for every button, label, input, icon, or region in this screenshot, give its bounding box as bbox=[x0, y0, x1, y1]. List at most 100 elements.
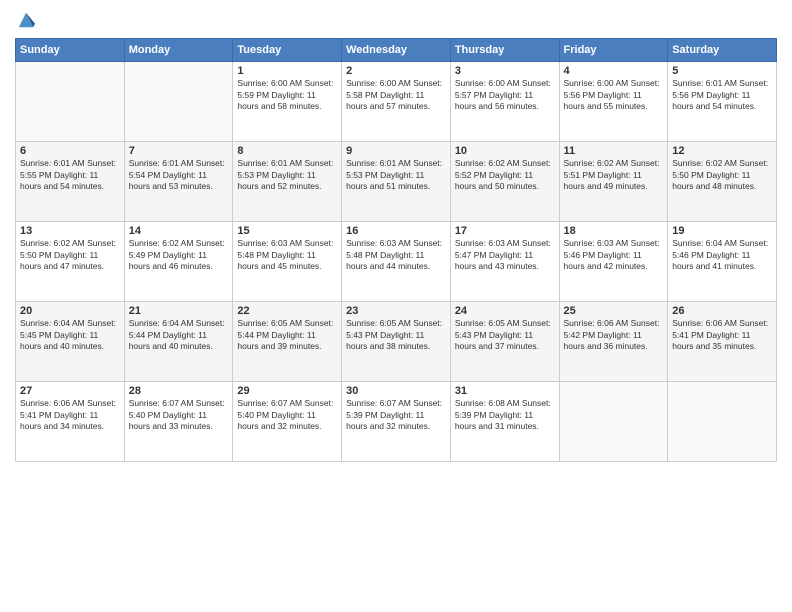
header-cell-wednesday: Wednesday bbox=[342, 39, 451, 62]
day-info: Sunrise: 6:02 AM Sunset: 5:50 PM Dayligh… bbox=[20, 238, 120, 272]
day-number: 6 bbox=[20, 145, 120, 157]
day-number: 17 bbox=[455, 225, 555, 237]
day-cell: 5Sunrise: 6:01 AM Sunset: 5:56 PM Daylig… bbox=[668, 62, 777, 142]
day-cell: 21Sunrise: 6:04 AM Sunset: 5:44 PM Dayli… bbox=[124, 302, 233, 382]
day-number: 16 bbox=[346, 225, 446, 237]
header-cell-thursday: Thursday bbox=[450, 39, 559, 62]
day-cell: 6Sunrise: 6:01 AM Sunset: 5:55 PM Daylig… bbox=[16, 142, 125, 222]
week-row-1: 1Sunrise: 6:00 AM Sunset: 5:59 PM Daylig… bbox=[16, 62, 777, 142]
day-info: Sunrise: 6:00 AM Sunset: 5:57 PM Dayligh… bbox=[455, 78, 555, 112]
day-cell: 22Sunrise: 6:05 AM Sunset: 5:44 PM Dayli… bbox=[233, 302, 342, 382]
day-info: Sunrise: 6:00 AM Sunset: 5:59 PM Dayligh… bbox=[237, 78, 337, 112]
day-cell: 11Sunrise: 6:02 AM Sunset: 5:51 PM Dayli… bbox=[559, 142, 668, 222]
header-cell-sunday: Sunday bbox=[16, 39, 125, 62]
day-info: Sunrise: 6:08 AM Sunset: 5:39 PM Dayligh… bbox=[455, 398, 555, 432]
day-number: 9 bbox=[346, 145, 446, 157]
day-cell: 15Sunrise: 6:03 AM Sunset: 5:48 PM Dayli… bbox=[233, 222, 342, 302]
day-number: 24 bbox=[455, 305, 555, 317]
day-info: Sunrise: 6:04 AM Sunset: 5:46 PM Dayligh… bbox=[672, 238, 772, 272]
day-info: Sunrise: 6:07 AM Sunset: 5:40 PM Dayligh… bbox=[237, 398, 337, 432]
day-cell: 26Sunrise: 6:06 AM Sunset: 5:41 PM Dayli… bbox=[668, 302, 777, 382]
day-info: Sunrise: 6:03 AM Sunset: 5:48 PM Dayligh… bbox=[346, 238, 446, 272]
day-number: 13 bbox=[20, 225, 120, 237]
day-cell: 10Sunrise: 6:02 AM Sunset: 5:52 PM Dayli… bbox=[450, 142, 559, 222]
header-cell-friday: Friday bbox=[559, 39, 668, 62]
day-number: 10 bbox=[455, 145, 555, 157]
day-info: Sunrise: 6:06 AM Sunset: 5:42 PM Dayligh… bbox=[564, 318, 664, 352]
day-cell: 8Sunrise: 6:01 AM Sunset: 5:53 PM Daylig… bbox=[233, 142, 342, 222]
day-number: 31 bbox=[455, 385, 555, 397]
week-row-3: 13Sunrise: 6:02 AM Sunset: 5:50 PM Dayli… bbox=[16, 222, 777, 302]
day-info: Sunrise: 6:03 AM Sunset: 5:48 PM Dayligh… bbox=[237, 238, 337, 272]
day-info: Sunrise: 6:01 AM Sunset: 5:55 PM Dayligh… bbox=[20, 158, 120, 192]
day-cell: 4Sunrise: 6:00 AM Sunset: 5:56 PM Daylig… bbox=[559, 62, 668, 142]
header-cell-tuesday: Tuesday bbox=[233, 39, 342, 62]
day-cell: 9Sunrise: 6:01 AM Sunset: 5:53 PM Daylig… bbox=[342, 142, 451, 222]
day-number: 30 bbox=[346, 385, 446, 397]
day-info: Sunrise: 6:01 AM Sunset: 5:53 PM Dayligh… bbox=[346, 158, 446, 192]
day-info: Sunrise: 6:05 AM Sunset: 5:43 PM Dayligh… bbox=[455, 318, 555, 352]
header-cell-saturday: Saturday bbox=[668, 39, 777, 62]
day-cell: 27Sunrise: 6:06 AM Sunset: 5:41 PM Dayli… bbox=[16, 382, 125, 462]
day-number: 15 bbox=[237, 225, 337, 237]
day-info: Sunrise: 6:04 AM Sunset: 5:44 PM Dayligh… bbox=[129, 318, 229, 352]
day-cell: 12Sunrise: 6:02 AM Sunset: 5:50 PM Dayli… bbox=[668, 142, 777, 222]
day-cell: 16Sunrise: 6:03 AM Sunset: 5:48 PM Dayli… bbox=[342, 222, 451, 302]
day-number: 22 bbox=[237, 305, 337, 317]
day-info: Sunrise: 6:00 AM Sunset: 5:56 PM Dayligh… bbox=[564, 78, 664, 112]
day-info: Sunrise: 6:02 AM Sunset: 5:50 PM Dayligh… bbox=[672, 158, 772, 192]
logo-icon bbox=[17, 11, 35, 29]
day-cell: 20Sunrise: 6:04 AM Sunset: 5:45 PM Dayli… bbox=[16, 302, 125, 382]
header-cell-monday: Monday bbox=[124, 39, 233, 62]
day-cell bbox=[16, 62, 125, 142]
day-number: 7 bbox=[129, 145, 229, 157]
day-info: Sunrise: 6:02 AM Sunset: 5:49 PM Dayligh… bbox=[129, 238, 229, 272]
day-cell: 14Sunrise: 6:02 AM Sunset: 5:49 PM Dayli… bbox=[124, 222, 233, 302]
day-cell: 3Sunrise: 6:00 AM Sunset: 5:57 PM Daylig… bbox=[450, 62, 559, 142]
day-info: Sunrise: 6:01 AM Sunset: 5:53 PM Dayligh… bbox=[237, 158, 337, 192]
day-info: Sunrise: 6:02 AM Sunset: 5:52 PM Dayligh… bbox=[455, 158, 555, 192]
day-cell: 13Sunrise: 6:02 AM Sunset: 5:50 PM Dayli… bbox=[16, 222, 125, 302]
day-info: Sunrise: 6:05 AM Sunset: 5:44 PM Dayligh… bbox=[237, 318, 337, 352]
day-info: Sunrise: 6:03 AM Sunset: 5:47 PM Dayligh… bbox=[455, 238, 555, 272]
header bbox=[15, 10, 777, 30]
day-number: 26 bbox=[672, 305, 772, 317]
week-row-2: 6Sunrise: 6:01 AM Sunset: 5:55 PM Daylig… bbox=[16, 142, 777, 222]
day-number: 29 bbox=[237, 385, 337, 397]
day-info: Sunrise: 6:03 AM Sunset: 5:46 PM Dayligh… bbox=[564, 238, 664, 272]
week-row-5: 27Sunrise: 6:06 AM Sunset: 5:41 PM Dayli… bbox=[16, 382, 777, 462]
day-number: 23 bbox=[346, 305, 446, 317]
day-number: 21 bbox=[129, 305, 229, 317]
day-info: Sunrise: 6:02 AM Sunset: 5:51 PM Dayligh… bbox=[564, 158, 664, 192]
day-number: 5 bbox=[672, 65, 772, 77]
day-cell: 2Sunrise: 6:00 AM Sunset: 5:58 PM Daylig… bbox=[342, 62, 451, 142]
calendar-table: SundayMondayTuesdayWednesdayThursdayFrid… bbox=[15, 38, 777, 462]
day-cell: 29Sunrise: 6:07 AM Sunset: 5:40 PM Dayli… bbox=[233, 382, 342, 462]
day-info: Sunrise: 6:07 AM Sunset: 5:39 PM Dayligh… bbox=[346, 398, 446, 432]
day-number: 27 bbox=[20, 385, 120, 397]
day-number: 3 bbox=[455, 65, 555, 77]
day-info: Sunrise: 6:01 AM Sunset: 5:56 PM Dayligh… bbox=[672, 78, 772, 112]
day-cell: 28Sunrise: 6:07 AM Sunset: 5:40 PM Dayli… bbox=[124, 382, 233, 462]
day-cell bbox=[668, 382, 777, 462]
logo bbox=[15, 10, 35, 30]
day-number: 4 bbox=[564, 65, 664, 77]
day-info: Sunrise: 6:06 AM Sunset: 5:41 PM Dayligh… bbox=[672, 318, 772, 352]
day-cell: 30Sunrise: 6:07 AM Sunset: 5:39 PM Dayli… bbox=[342, 382, 451, 462]
header-row: SundayMondayTuesdayWednesdayThursdayFrid… bbox=[16, 39, 777, 62]
day-number: 2 bbox=[346, 65, 446, 77]
day-info: Sunrise: 6:00 AM Sunset: 5:58 PM Dayligh… bbox=[346, 78, 446, 112]
day-cell: 19Sunrise: 6:04 AM Sunset: 5:46 PM Dayli… bbox=[668, 222, 777, 302]
day-number: 12 bbox=[672, 145, 772, 157]
day-number: 14 bbox=[129, 225, 229, 237]
day-number: 11 bbox=[564, 145, 664, 157]
day-info: Sunrise: 6:07 AM Sunset: 5:40 PM Dayligh… bbox=[129, 398, 229, 432]
day-cell bbox=[559, 382, 668, 462]
day-cell: 31Sunrise: 6:08 AM Sunset: 5:39 PM Dayli… bbox=[450, 382, 559, 462]
day-info: Sunrise: 6:01 AM Sunset: 5:54 PM Dayligh… bbox=[129, 158, 229, 192]
day-number: 28 bbox=[129, 385, 229, 397]
day-cell bbox=[124, 62, 233, 142]
day-info: Sunrise: 6:04 AM Sunset: 5:45 PM Dayligh… bbox=[20, 318, 120, 352]
day-number: 25 bbox=[564, 305, 664, 317]
day-cell: 7Sunrise: 6:01 AM Sunset: 5:54 PM Daylig… bbox=[124, 142, 233, 222]
